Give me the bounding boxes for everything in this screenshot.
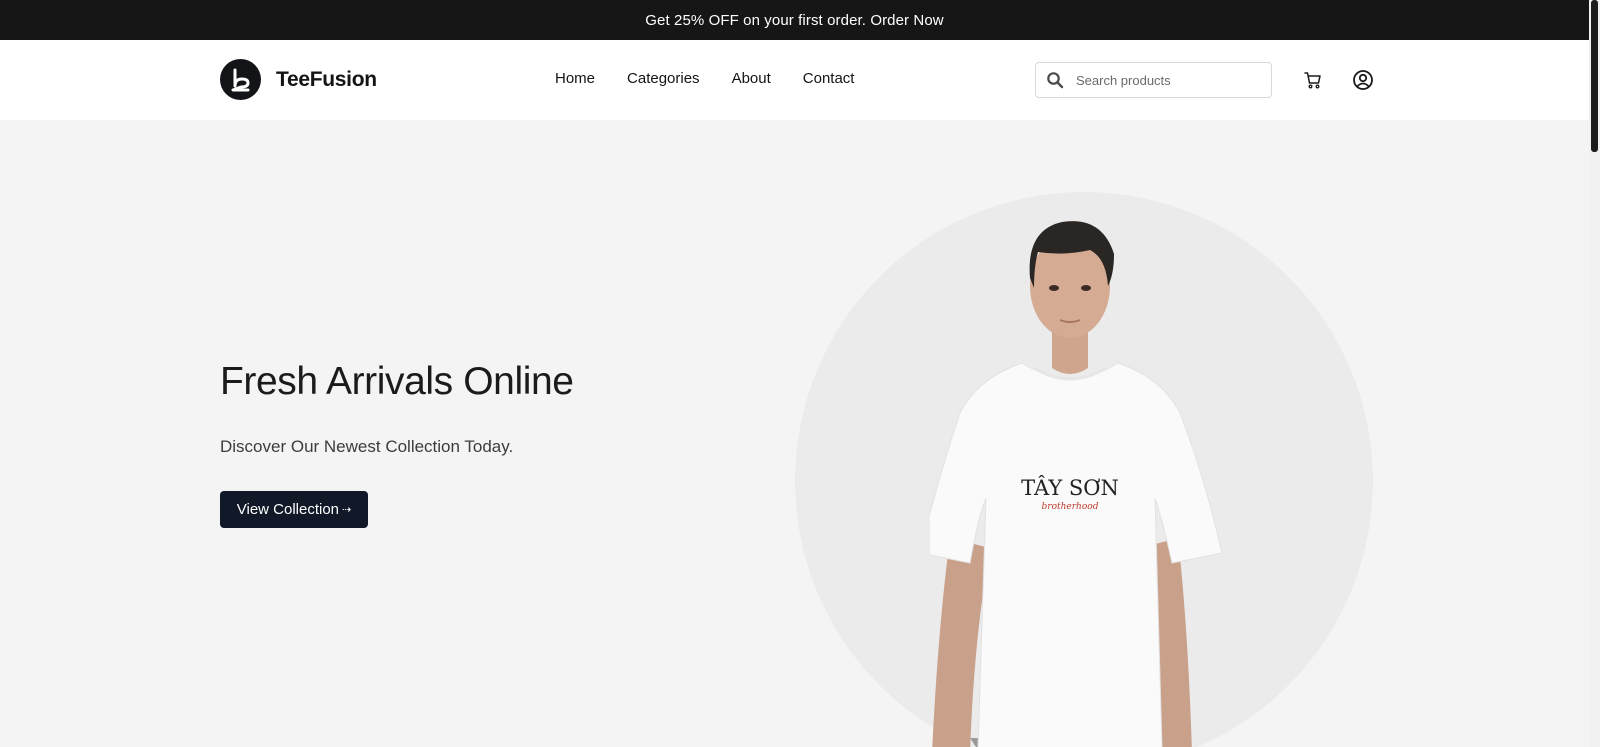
hero-title: Fresh Arrivals Online <box>220 360 574 403</box>
view-collection-button[interactable]: View Collection ⇢ <box>220 491 368 528</box>
user-icon[interactable] <box>1352 69 1374 91</box>
tshirt-print-text: TÂY SƠN <box>1021 476 1119 500</box>
nav-categories[interactable]: Categories <box>627 70 700 87</box>
arrow-right-icon: ⇢ <box>342 504 352 516</box>
nav-about[interactable]: About <box>732 70 771 87</box>
search-input[interactable] <box>1076 72 1266 88</box>
main-nav: Home Categories About Contact <box>555 70 886 87</box>
announcement-text[interactable]: Get 25% OFF on your first order. Order N… <box>645 12 943 29</box>
hero-subtitle: Discover Our Newest Collection Today. <box>220 437 514 456</box>
logo-icon <box>220 59 261 100</box>
cart-icon[interactable] <box>1303 70 1323 90</box>
view-collection-label: View Collection <box>236 501 340 518</box>
brand-logo[interactable]: TeeFusion <box>220 59 377 100</box>
site-header: TeeFusion Home Categories About Contact <box>0 40 1589 120</box>
hero-model-image: TÂY SƠN brotherhood <box>930 221 1223 747</box>
brand-name: TeeFusion <box>276 67 377 91</box>
page: Get 25% OFF on your first order. Order N… <box>0 0 1600 747</box>
search-icon[interactable] <box>1046 70 1066 90</box>
page-scrollbar[interactable] <box>1589 0 1600 747</box>
nav-home[interactable]: Home <box>555 70 595 87</box>
scrollbar-thumb[interactable] <box>1591 0 1598 152</box>
hero-section: Fresh Arrivals Online Discover Our Newes… <box>0 120 1589 747</box>
tshirt-print-script: brotherhood <box>1042 502 1099 512</box>
nav-contact[interactable]: Contact <box>803 70 855 87</box>
announcement-bar[interactable]: Get 25% OFF on your first order. Order N… <box>0 0 1589 40</box>
search-box[interactable] <box>1035 62 1272 98</box>
